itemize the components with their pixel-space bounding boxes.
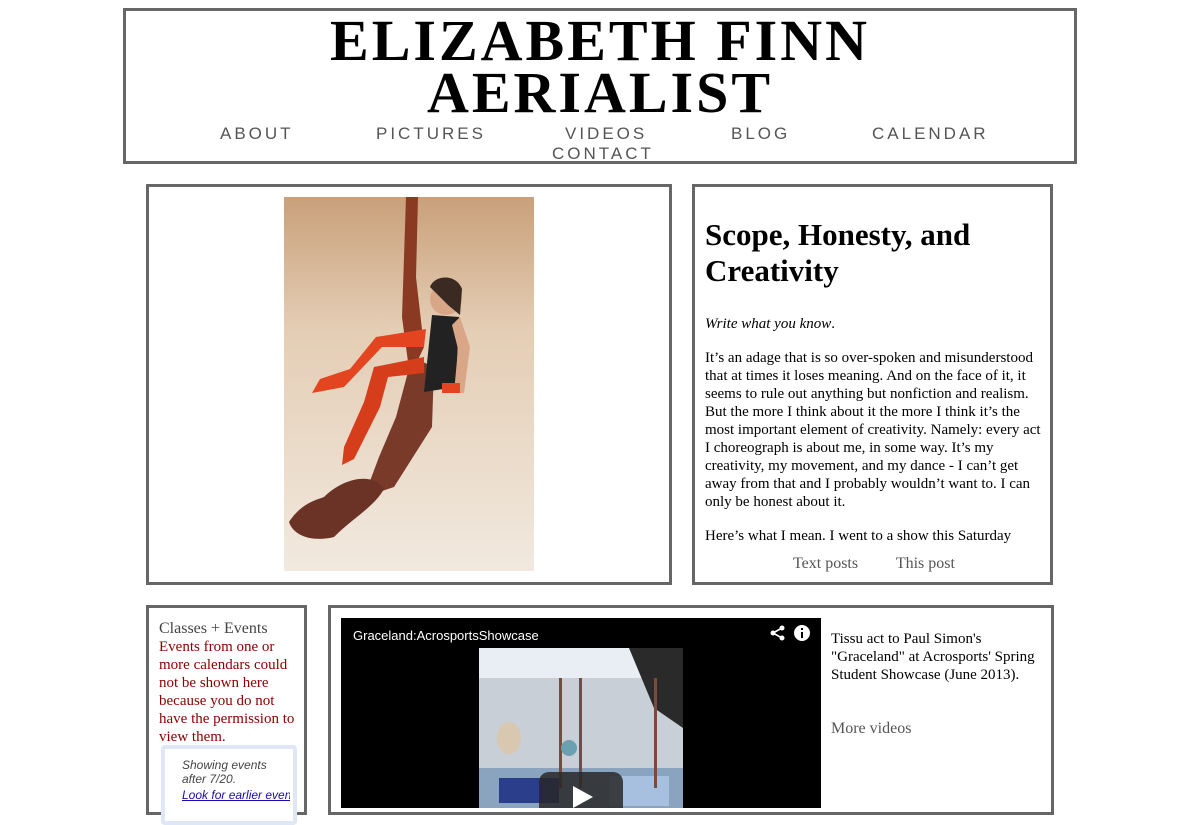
nav-contact[interactable]: CONTACT — [552, 144, 654, 164]
nav-calendar[interactable]: CALENDAR — [872, 124, 989, 144]
nav-about[interactable]: ABOUT — [220, 124, 294, 144]
blog-intro-italic: Write what you know — [705, 316, 832, 332]
video-player[interactable]: Graceland:AcrosportsShowcase — [341, 618, 821, 808]
nav-pictures[interactable]: PICTURES — [376, 124, 486, 144]
calendar-showing-text: Showing events after 7/20. — [182, 758, 267, 786]
blog-post-title[interactable]: Scope, Honesty, and Creativity — [705, 217, 1041, 289]
blog-panel: Scope, Honesty, and Creativity Write wha… — [692, 184, 1053, 585]
share-icon[interactable] — [769, 624, 787, 642]
site-header: ELIZABETH FINN AERIALIST ABOUT PICTURES … — [123, 8, 1077, 164]
aerialist-photo[interactable] — [284, 197, 534, 571]
site-title[interactable]: ELIZABETH FINN AERIALIST — [126, 12, 1074, 122]
blog-intro-suffix: . — [831, 316, 835, 332]
calendar-panel: Classes + Events Events from one or more… — [146, 605, 307, 825]
blog-post-body: Write what you know. It’s an adage that … — [705, 315, 1041, 545]
video-description: Tissu act to Paul Simon's "Graceland" at… — [831, 631, 1035, 683]
blog-paragraph-2: Here’s what I mean. I went to a show thi… — [705, 528, 1012, 544]
play-button[interactable] — [539, 772, 623, 808]
video-title[interactable]: Graceland:AcrosportsShowcase — [353, 628, 539, 643]
nav-blog[interactable]: BLOG — [731, 124, 790, 144]
this-post-link[interactable]: This post — [896, 555, 955, 572]
blog-post[interactable]: Scope, Honesty, and Creativity Write wha… — [705, 217, 1041, 553]
blog-footer: Text posts This post — [793, 555, 955, 573]
more-videos-link[interactable]: More videos — [831, 720, 911, 738]
blog-intro: Write what you know. — [705, 315, 1041, 333]
calendar-title[interactable]: Classes + Events — [159, 620, 268, 638]
info-icon[interactable] — [793, 624, 811, 642]
text-posts-link[interactable]: Text posts — [793, 555, 858, 572]
blog-paragraph: It’s an adage that is so over-spoken and… — [705, 350, 1041, 510]
play-icon — [573, 786, 593, 808]
featured-photo-panel — [146, 184, 672, 585]
calendar-error-message: Events from one or more calendars could … — [159, 639, 295, 745]
nav-videos[interactable]: VIDEOS — [565, 124, 647, 144]
site-title-line2[interactable]: AERIALIST — [427, 60, 773, 125]
video-panel: Graceland:AcrosportsShowcase Tissu act t… — [328, 605, 1054, 815]
